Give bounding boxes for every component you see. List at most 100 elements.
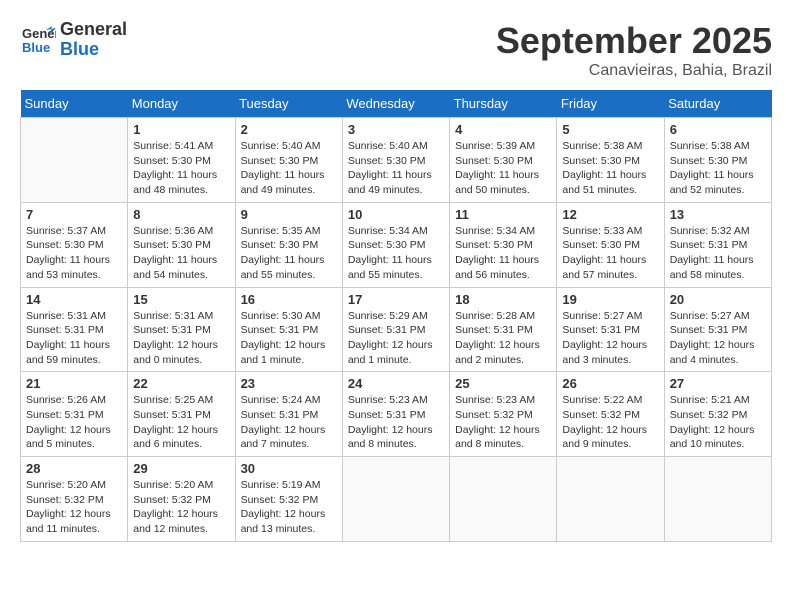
day-number: 6: [670, 122, 766, 137]
calendar-cell: 4Sunrise: 5:39 AMSunset: 5:30 PMDaylight…: [450, 118, 557, 203]
day-number: 1: [133, 122, 229, 137]
day-number: 4: [455, 122, 551, 137]
day-number: 3: [348, 122, 444, 137]
calendar-cell: 28 Sunrise: 5:20 AMSunset: 5:32 PMDayligh…: [21, 457, 128, 542]
calendar: Sunday Monday Tuesday Wednesday Thursday…: [20, 90, 772, 542]
calendar-cell: 6 Sunrise: 5:38 AMSunset: 5:30 PMDaylight…: [664, 118, 771, 203]
day-info: Sunrise: 5:40 AMSunset: 5:30 PMDaylight:…: [241, 139, 337, 198]
day-info: Sunrise: 5:41 AMSunset: 5:30 PMDaylight:…: [133, 139, 229, 198]
calendar-cell: 23 Sunrise: 5:24 AMSunset: 5:31 PMDayligh…: [235, 372, 342, 457]
day-info: Sunrise: 5:33 AMSunset: 5:30 PMDaylight:…: [562, 224, 658, 283]
day-info: Sunrise: 5:38 AMSunset: 5:30 PMDaylight:…: [670, 139, 766, 198]
logo: General Blue General Blue: [20, 20, 127, 60]
title-area: September 2025 Canavieiras, Bahia, Brazi…: [496, 20, 772, 80]
calendar-week-2: 14 Sunrise: 5:31 AMSunset: 5:31 PMDayligh…: [21, 287, 772, 372]
col-tuesday: Tuesday: [235, 90, 342, 118]
day-info: Sunrise: 5:34 AMSunset: 5:30 PMDaylight:…: [348, 224, 444, 283]
day-number: 18: [455, 292, 551, 307]
calendar-cell: [342, 457, 449, 542]
calendar-cell: 17 Sunrise: 5:29 AMSunset: 5:31 PMDayligh…: [342, 287, 449, 372]
day-number: 14: [26, 292, 122, 307]
calendar-cell: 30Sunrise: 5:19 AMSunset: 5:32 PMDayligh…: [235, 457, 342, 542]
day-number: 23: [241, 376, 337, 391]
day-info: Sunrise: 5:37 AMSunset: 5:30 PMDaylight:…: [26, 224, 122, 283]
calendar-cell: 15Sunrise: 5:31 AMSunset: 5:31 PMDayligh…: [128, 287, 235, 372]
calendar-cell: 29 Sunrise: 5:20 AMSunset: 5:32 PMDayligh…: [128, 457, 235, 542]
day-number: 20: [670, 292, 766, 307]
day-number: 13: [670, 207, 766, 222]
calendar-cell: 16 Sunrise: 5:30 AMSunset: 5:31 PMDayligh…: [235, 287, 342, 372]
col-thursday: Thursday: [450, 90, 557, 118]
day-number: 17: [348, 292, 444, 307]
calendar-cell: 13Sunrise: 5:32 AMSunset: 5:31 PMDayligh…: [664, 202, 771, 287]
calendar-week-4: 28 Sunrise: 5:20 AMSunset: 5:32 PMDayligh…: [21, 457, 772, 542]
calendar-week-1: 7Sunrise: 5:37 AMSunset: 5:30 PMDaylight…: [21, 202, 772, 287]
day-info: Sunrise: 5:23 AMSunset: 5:31 PMDaylight:…: [348, 393, 444, 452]
calendar-cell: 24 Sunrise: 5:23 AMSunset: 5:31 PMDayligh…: [342, 372, 449, 457]
svg-text:Blue: Blue: [22, 40, 50, 55]
calendar-cell: 2Sunrise: 5:40 AMSunset: 5:30 PMDaylight…: [235, 118, 342, 203]
calendar-cell: 14Sunrise: 5:31 AMSunset: 5:31 PMDayligh…: [21, 287, 128, 372]
calendar-cell: 10 Sunrise: 5:34 AMSunset: 5:30 PMDayligh…: [342, 202, 449, 287]
day-info: Sunrise: 5:20 AMSunset: 5:32 PMDaylight:…: [133, 478, 229, 537]
calendar-cell: [664, 457, 771, 542]
day-number: 16: [241, 292, 337, 307]
day-info: Sunrise: 5:36 AMSunset: 5:30 PMDaylight:…: [133, 224, 229, 283]
col-sunday: Sunday: [21, 90, 128, 118]
day-info: Sunrise: 5:21 AMSunset: 5:32 PMDaylight:…: [670, 393, 766, 452]
day-number: 24: [348, 376, 444, 391]
col-friday: Friday: [557, 90, 664, 118]
day-info: Sunrise: 5:34 AMSunset: 5:30 PMDaylight:…: [455, 224, 551, 283]
day-info: Sunrise: 5:38 AMSunset: 5:30 PMDaylight:…: [562, 139, 658, 198]
calendar-cell: 5 Sunrise: 5:38 AMSunset: 5:30 PMDaylight…: [557, 118, 664, 203]
calendar-cell: 1 Sunrise: 5:41 AMSunset: 5:30 PMDaylight…: [128, 118, 235, 203]
calendar-cell: 12 Sunrise: 5:33 AMSunset: 5:30 PMDayligh…: [557, 202, 664, 287]
day-info: Sunrise: 5:27 AMSunset: 5:31 PMDaylight:…: [670, 309, 766, 368]
day-info: Sunrise: 5:35 AMSunset: 5:30 PMDaylight:…: [241, 224, 337, 283]
month-title: September 2025: [496, 20, 772, 62]
calendar-cell: 8Sunrise: 5:36 AMSunset: 5:30 PMDaylight…: [128, 202, 235, 287]
logo-blue-text: Blue: [60, 40, 127, 60]
day-info: Sunrise: 5:30 AMSunset: 5:31 PMDaylight:…: [241, 309, 337, 368]
day-number: 29: [133, 461, 229, 476]
col-monday: Monday: [128, 90, 235, 118]
day-info: Sunrise: 5:28 AMSunset: 5:31 PMDaylight:…: [455, 309, 551, 368]
logo-icon: General Blue: [20, 22, 56, 58]
col-wednesday: Wednesday: [342, 90, 449, 118]
day-info: Sunrise: 5:25 AMSunset: 5:31 PMDaylight:…: [133, 393, 229, 452]
logo-general-text: General: [60, 20, 127, 40]
day-info: Sunrise: 5:22 AMSunset: 5:32 PMDaylight:…: [562, 393, 658, 452]
day-number: 22: [133, 376, 229, 391]
calendar-cell: 3Sunrise: 5:40 AMSunset: 5:30 PMDaylight…: [342, 118, 449, 203]
day-number: 11: [455, 207, 551, 222]
calendar-header-row: Sunday Monday Tuesday Wednesday Thursday…: [21, 90, 772, 118]
day-number: 19: [562, 292, 658, 307]
calendar-cell: 21 Sunrise: 5:26 AMSunset: 5:31 PMDayligh…: [21, 372, 128, 457]
day-info: Sunrise: 5:26 AMSunset: 5:31 PMDaylight:…: [26, 393, 122, 452]
day-info: Sunrise: 5:31 AMSunset: 5:31 PMDaylight:…: [133, 309, 229, 368]
calendar-cell: 11 Sunrise: 5:34 AMSunset: 5:30 PMDayligh…: [450, 202, 557, 287]
day-info: Sunrise: 5:20 AMSunset: 5:32 PMDaylight:…: [26, 478, 122, 537]
calendar-cell: 9 Sunrise: 5:35 AMSunset: 5:30 PMDaylight…: [235, 202, 342, 287]
day-number: 21: [26, 376, 122, 391]
header: General Blue General Blue September 2025…: [20, 20, 772, 80]
day-number: 26: [562, 376, 658, 391]
day-info: Sunrise: 5:27 AMSunset: 5:31 PMDaylight:…: [562, 309, 658, 368]
day-info: Sunrise: 5:29 AMSunset: 5:31 PMDaylight:…: [348, 309, 444, 368]
day-number: 5: [562, 122, 658, 137]
calendar-cell: [557, 457, 664, 542]
day-number: 10: [348, 207, 444, 222]
calendar-week-0: 1 Sunrise: 5:41 AMSunset: 5:30 PMDaylight…: [21, 118, 772, 203]
location-title: Canavieiras, Bahia, Brazil: [496, 62, 772, 80]
day-number: 25: [455, 376, 551, 391]
calendar-cell: 19 Sunrise: 5:27 AMSunset: 5:31 PMDayligh…: [557, 287, 664, 372]
calendar-cell: 25Sunrise: 5:23 AMSunset: 5:32 PMDayligh…: [450, 372, 557, 457]
day-info: Sunrise: 5:24 AMSunset: 5:31 PMDaylight:…: [241, 393, 337, 452]
day-number: 9: [241, 207, 337, 222]
calendar-cell: 7Sunrise: 5:37 AMSunset: 5:30 PMDaylight…: [21, 202, 128, 287]
calendar-cell: [450, 457, 557, 542]
day-number: 28: [26, 461, 122, 476]
day-number: 27: [670, 376, 766, 391]
day-number: 12: [562, 207, 658, 222]
calendar-cell: 20 Sunrise: 5:27 AMSunset: 5:31 PMDayligh…: [664, 287, 771, 372]
